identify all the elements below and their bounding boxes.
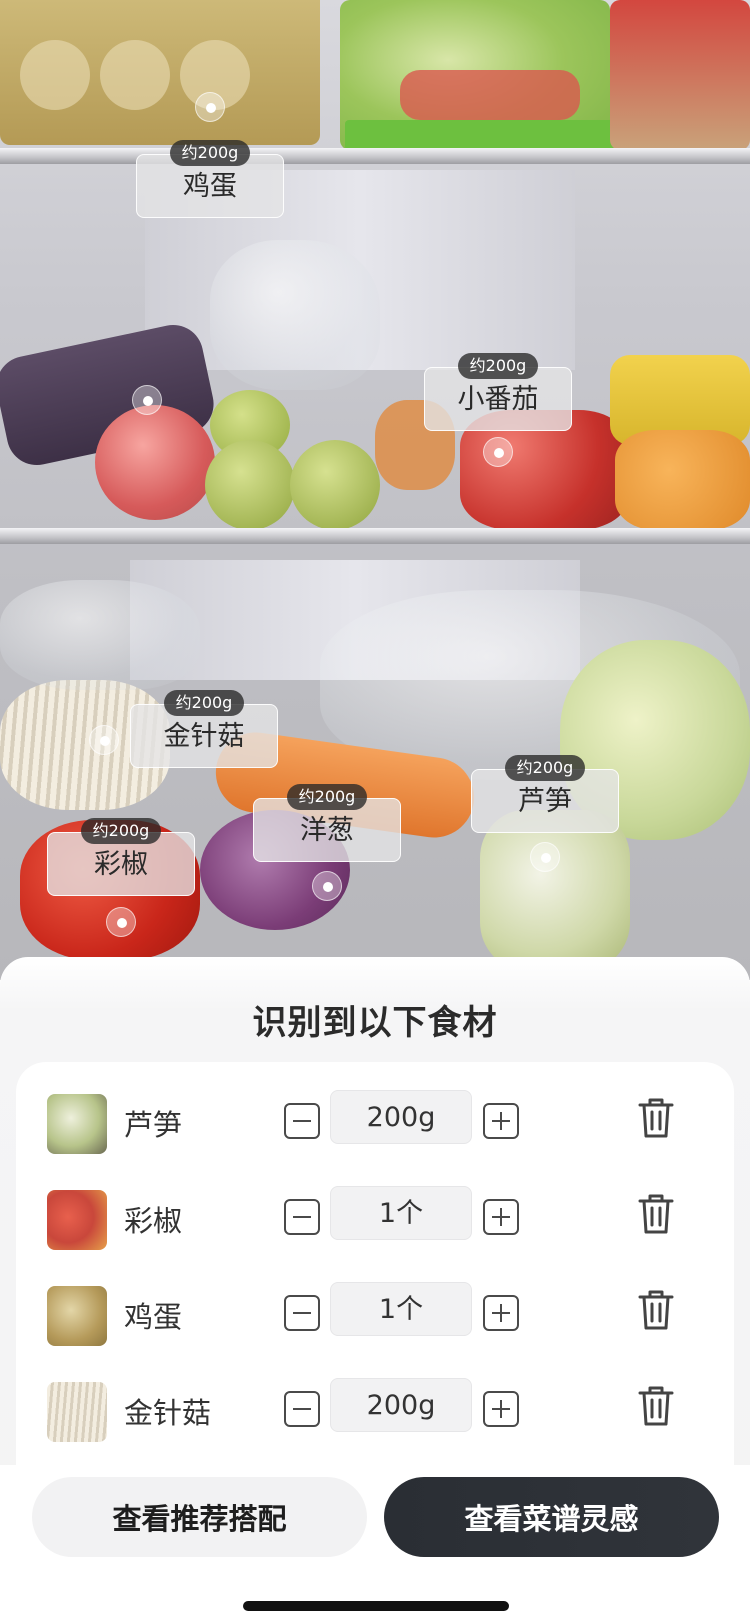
egg-cup	[20, 40, 90, 110]
red-fruit	[400, 70, 580, 120]
marker-dot-eggplant[interactable]	[132, 385, 162, 415]
shelf-middle	[0, 528, 750, 544]
shelf-top	[0, 148, 750, 164]
ingredient-row: 鸡蛋 1个	[16, 1266, 734, 1362]
ingredient-thumbnail	[47, 1190, 107, 1250]
plus-button[interactable]	[483, 1199, 519, 1235]
green-tray	[345, 120, 615, 150]
ingredient-thumbnail	[47, 1382, 107, 1442]
plus-button[interactable]	[483, 1295, 519, 1331]
quantity-field[interactable]: 200g	[330, 1090, 472, 1144]
marker-dot-onion[interactable]	[312, 871, 342, 901]
ingredient-name: 鸡蛋	[124, 1300, 183, 1334]
green-apple	[205, 440, 295, 530]
marker-weight: 约200g	[504, 755, 586, 781]
marker-dot-cherry-tomato[interactable]	[483, 437, 513, 467]
view-recipes-button[interactable]: 查看菜谱灵感	[384, 1477, 719, 1557]
plus-icon-vertical	[499, 1399, 502, 1418]
marker-weight: 约200g	[457, 353, 539, 379]
trash-icon[interactable]	[636, 1288, 676, 1332]
oranges	[615, 430, 750, 530]
footer-bar: 查看推荐搭配 查看菜谱灵感	[0, 1465, 750, 1624]
marker-weight: 约200g	[163, 690, 245, 716]
ingredient-name: 彩椒	[124, 1204, 183, 1238]
view-recommendations-button[interactable]: 查看推荐搭配	[32, 1477, 367, 1557]
home-indicator[interactable]	[243, 1601, 509, 1611]
plus-icon-vertical	[499, 1207, 502, 1226]
marker-dot-asparagus[interactable]	[530, 842, 560, 872]
sheet-title: 识别到以下食材	[252, 1003, 498, 1043]
minus-icon	[292, 1311, 311, 1314]
minus-icon	[292, 1119, 311, 1122]
marker-enoki[interactable]: 约200g 金针菇	[130, 690, 278, 768]
plastic-bag	[210, 240, 380, 390]
ingredient-thumbnail	[47, 1094, 107, 1154]
minus-button[interactable]	[284, 1295, 320, 1331]
marker-pepper[interactable]: 约200g 彩椒	[47, 818, 195, 896]
minus-icon	[292, 1407, 311, 1410]
plus-button[interactable]	[483, 1391, 519, 1427]
bread-bag	[610, 0, 750, 150]
fridge-photo: 约200g 鸡蛋 约200g 小番茄 约200g 金针菇 约200g 芦笋 约2…	[0, 0, 750, 980]
marker-weight: 约200g	[80, 818, 162, 844]
egg-cup	[100, 40, 170, 110]
quantity-field[interactable]: 1个	[330, 1282, 472, 1336]
apple	[95, 405, 215, 520]
trash-icon[interactable]	[636, 1096, 676, 1140]
marker-egg[interactable]: 约200g 鸡蛋	[136, 140, 284, 218]
marker-dot-enoki[interactable]	[89, 725, 119, 755]
ingredient-row: 彩椒 1个	[16, 1170, 734, 1266]
quantity-field[interactable]: 200g	[330, 1378, 472, 1432]
ingredient-thumbnail	[47, 1286, 107, 1346]
minus-button[interactable]	[284, 1103, 320, 1139]
marker-asparagus[interactable]: 约200g 芦笋	[471, 755, 619, 833]
marker-weight: 约200g	[286, 784, 368, 810]
minus-button[interactable]	[284, 1199, 320, 1235]
quantity-field[interactable]: 1个	[330, 1186, 472, 1240]
ingredient-row: 金针菇 200g	[16, 1362, 734, 1458]
plastic-bag	[0, 580, 200, 690]
green-apple	[290, 440, 380, 530]
plus-button[interactable]	[483, 1103, 519, 1139]
ingredient-list: 芦笋 200g 彩椒 1个 鸡蛋 1个 金针菇 200g	[16, 1062, 734, 1522]
marker-weight: 约200g	[169, 140, 251, 166]
minus-button[interactable]	[284, 1391, 320, 1427]
asparagus	[480, 810, 630, 970]
marker-cherry-tomato[interactable]: 约200g 小番茄	[424, 353, 572, 431]
ingredient-name: 金针菇	[124, 1396, 212, 1430]
marker-dot-pepper[interactable]	[106, 907, 136, 937]
trash-icon[interactable]	[636, 1192, 676, 1236]
marker-onion[interactable]: 约200g 洋葱	[253, 784, 401, 862]
plus-icon-vertical	[499, 1111, 502, 1130]
trash-icon[interactable]	[636, 1384, 676, 1428]
ingredient-name: 芦笋	[124, 1108, 183, 1142]
minus-icon	[292, 1215, 311, 1218]
ingredient-row: 芦笋 200g	[16, 1074, 734, 1170]
marker-dot-egg[interactable]	[195, 92, 225, 122]
plus-icon-vertical	[499, 1303, 502, 1322]
